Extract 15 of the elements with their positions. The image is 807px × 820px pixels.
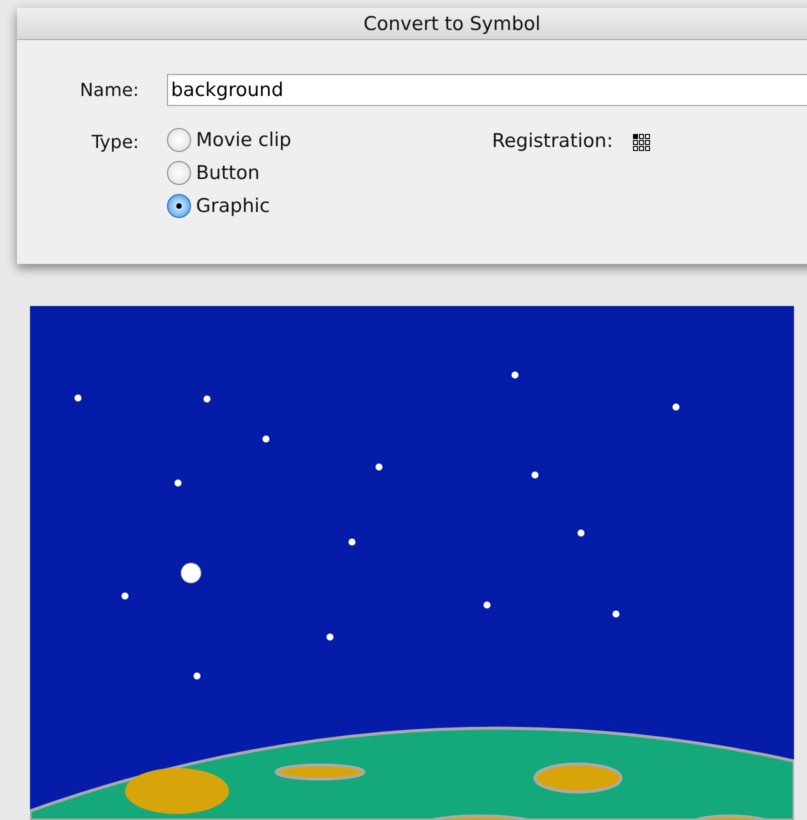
radio-button[interactable] xyxy=(167,194,191,218)
name-label: Name: xyxy=(78,80,140,100)
name-field[interactable]: background xyxy=(167,74,807,106)
radio-option[interactable]: Button xyxy=(167,161,487,185)
radio-button[interactable] xyxy=(167,128,191,152)
registration-label: Registration: xyxy=(492,129,613,152)
type-label: Type: xyxy=(90,131,140,153)
radio-button[interactable] xyxy=(167,161,191,185)
radio-label: Graphic xyxy=(196,195,270,217)
window-title: Convert to Symbol xyxy=(363,12,541,34)
registration-grid-icon[interactable] xyxy=(632,134,650,151)
radio-option[interactable]: Movie clip xyxy=(167,128,487,152)
radio-label: Movie clip xyxy=(196,129,292,151)
radio-label: Button xyxy=(196,162,260,184)
radio-option[interactable]: Graphic xyxy=(167,194,487,218)
